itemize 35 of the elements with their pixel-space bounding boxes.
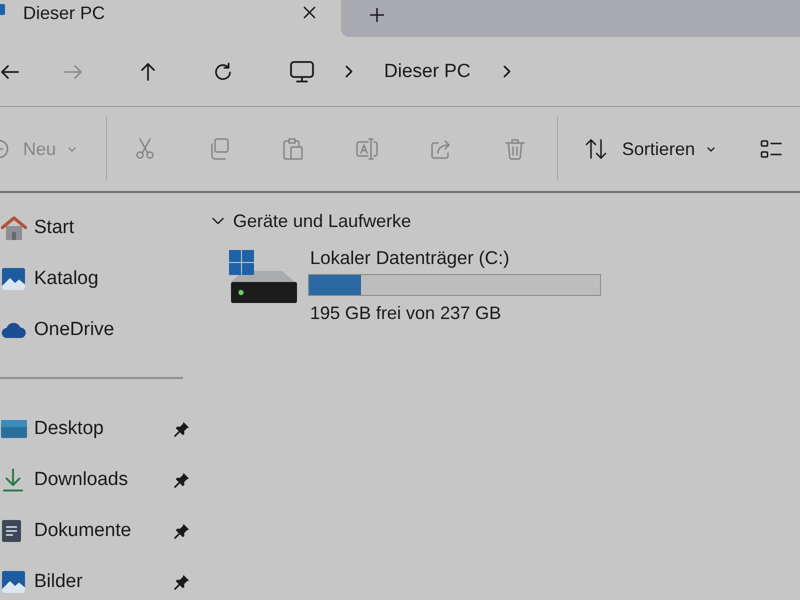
arrow-up-icon [138,62,158,82]
sidebar-item[interactable]: Start [0,212,195,244]
sidebar-item[interactable]: Katalog [0,263,195,295]
section-header[interactable]: Geräte und Laufwerke [212,210,412,232]
breadcrumb-item[interactable]: Dieser PC [384,60,471,84]
refresh-icon [213,62,233,82]
caret-icon [707,146,716,152]
house-icon [1,216,27,240]
monitor-icon[interactable] [290,60,314,82]
plus-icon [370,8,384,22]
drive-free-space: 195 GB frei von 237 GB [310,302,502,324]
desktop-icon [1,417,27,441]
chevron-right-icon[interactable] [345,65,353,78]
pin-icon[interactable] [174,472,190,488]
pin-icon[interactable] [174,421,190,437]
sidebar-item[interactable]: Desktop [0,413,195,445]
drive-icon[interactable] [229,250,297,303]
close-icon [302,6,316,18]
clipboard-icon [281,137,305,161]
drive-name[interactable]: Lokaler Datenträger (C:) [310,247,510,269]
sidebar-item[interactable]: Downloads [0,464,195,496]
image-icon [1,267,27,291]
sort-button[interactable]: Sortieren [574,127,726,171]
sort-arrows-icon [584,137,608,161]
rename-icon [355,137,379,161]
sidebar-item[interactable]: OneDrive [0,314,195,346]
image-icon [1,570,27,594]
pin-icon[interactable] [174,574,190,590]
sidebar-item[interactable]: Bilder [0,566,195,598]
sidebar-item[interactable]: Dokumente [0,515,195,547]
trash-icon [503,137,527,161]
pin-icon[interactable] [174,523,190,539]
chevron-right-icon[interactable] [502,65,511,78]
monitor-icon [0,4,5,15]
caret-icon [68,146,76,152]
